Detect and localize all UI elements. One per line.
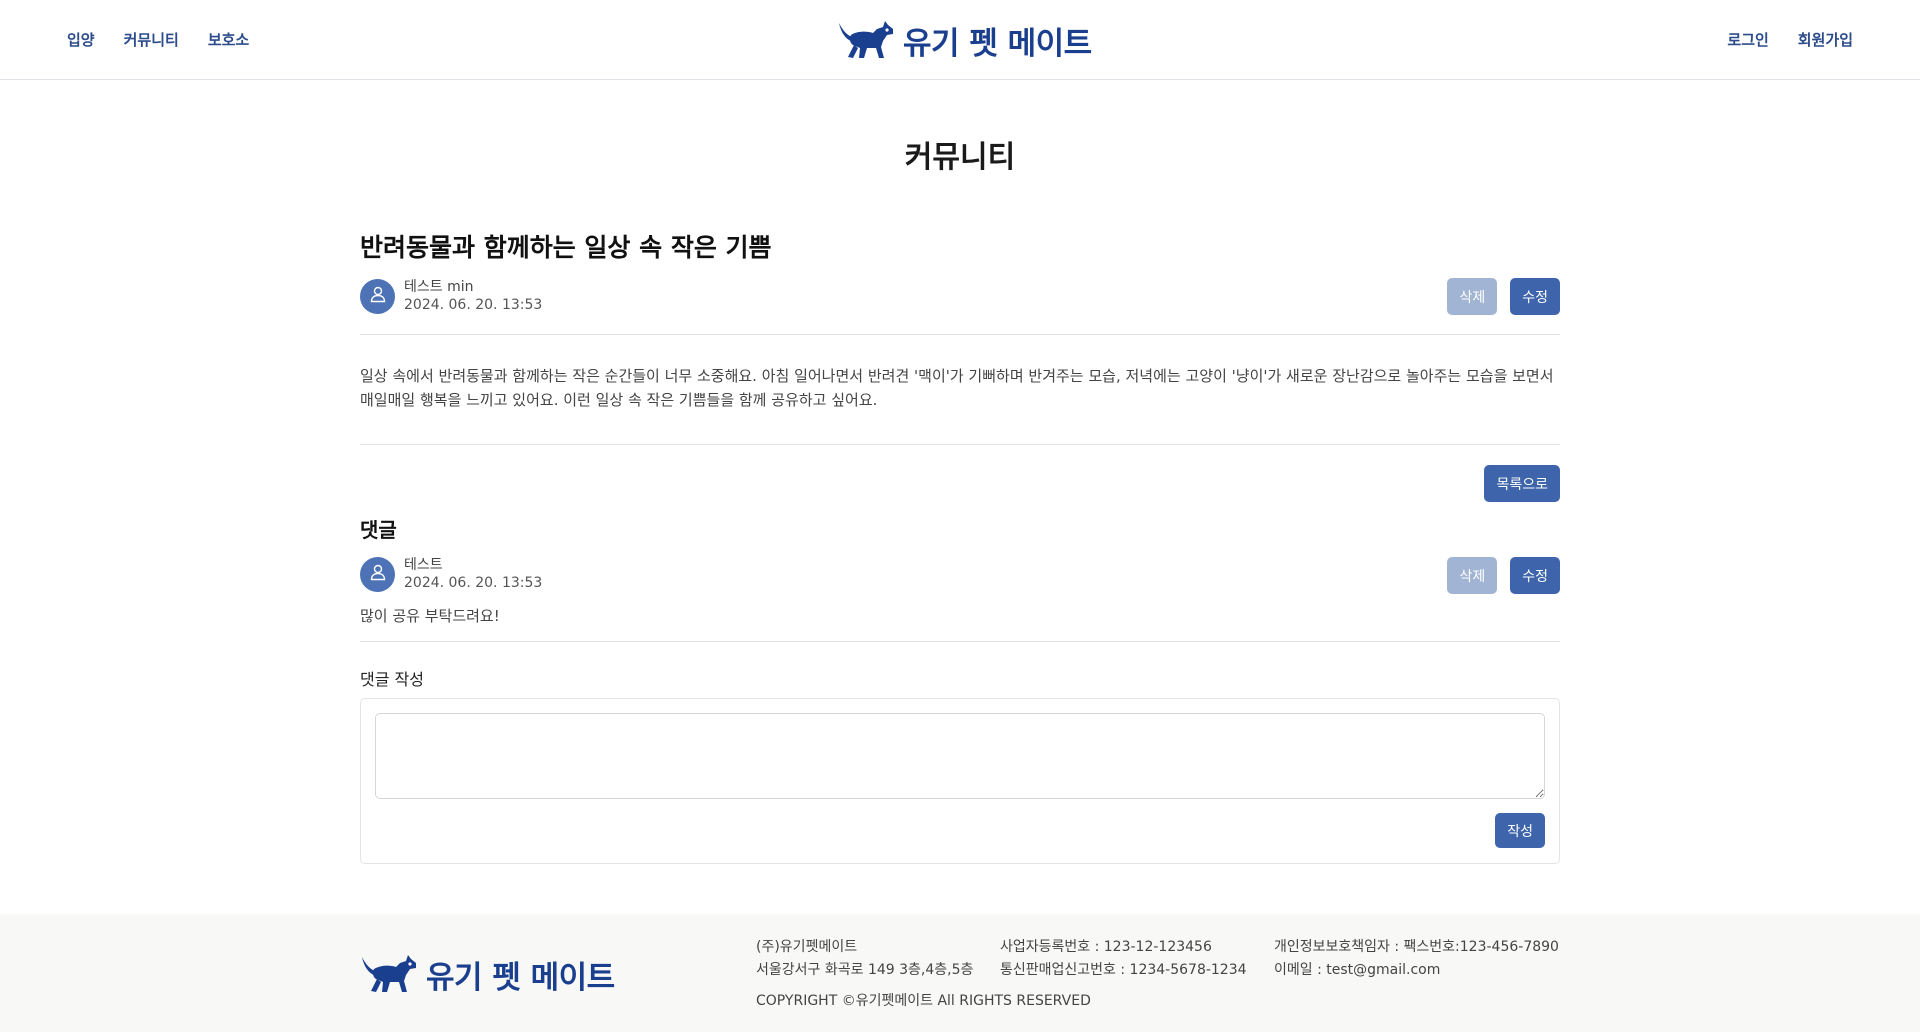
footer-business-no: 사업자등록번호 : 123-12-123456 xyxy=(1000,939,1212,955)
post-delete-button[interactable]: 삭제 xyxy=(1447,278,1498,315)
comment-date: 2024. 06. 20. 13:53 xyxy=(404,575,543,591)
dog-logo-icon xyxy=(360,947,418,1001)
comment-write-form: 작성 xyxy=(360,698,1560,864)
comment-edit-button[interactable]: 수정 xyxy=(1510,557,1560,594)
comment-delete-button[interactable]: 삭제 xyxy=(1447,557,1498,594)
avatar xyxy=(360,278,395,314)
post-meta: 테스트 min 2024. 06. 20. 13:53 xyxy=(360,278,542,314)
footer-copyright: COPYRIGHT ©유기펫메이트 All RIGHTS RESERVED xyxy=(756,993,1091,1009)
comment-submit-button[interactable]: 작성 xyxy=(1495,813,1545,848)
post-meta-text: 테스트 min 2024. 06. 20. 13:53 xyxy=(404,278,542,314)
post-author: 테스트 min xyxy=(404,279,474,295)
post-actions: 삭제 수정 xyxy=(1447,278,1560,315)
footer-logo: 유기 펫 메이트 xyxy=(360,948,615,1000)
footer-company-info: (주)유기펫메이트 서울강서구 화곡로 149 3층,4층,5층 xyxy=(756,936,973,982)
post-edit-button[interactable]: 수정 xyxy=(1510,278,1560,315)
post-footer-actions: 목록으로 xyxy=(1484,465,1560,502)
divider xyxy=(360,334,1560,335)
post-date: 2024. 06. 20. 13:53 xyxy=(404,297,543,313)
comment-textarea[interactable] xyxy=(375,713,1545,799)
logo-text: 유기 펫 메이트 xyxy=(903,25,1092,62)
footer-address: 서울강서구 화곡로 149 3층,4층,5층 xyxy=(756,962,974,978)
nav-community[interactable]: 커뮤니티 xyxy=(124,29,179,50)
footer-email: 이메일 : test@gmail.com xyxy=(1274,962,1441,978)
back-to-list-button[interactable]: 목록으로 xyxy=(1484,465,1560,502)
auth-nav: 로그인 회원가입 xyxy=(1727,0,1853,79)
comment-meta-text: 테스트 2024. 06. 20. 13:53 xyxy=(404,556,542,592)
divider xyxy=(360,444,1560,445)
comments-title: 댓글 xyxy=(360,518,397,542)
main-nav: 입양 커뮤니티 보호소 xyxy=(67,0,249,79)
user-icon xyxy=(369,563,387,585)
comment-text: 많이 공유 부탁드려요! xyxy=(360,607,500,625)
comment-meta: 테스트 2024. 06. 20. 13:53 xyxy=(360,556,542,592)
site-logo[interactable]: 유기 펫 메이트 xyxy=(837,14,1092,66)
footer-contact-info: 개인정보보호책임자 : 팩스번호:123-456-7890 이메일 : test… xyxy=(1274,936,1559,982)
nav-shelter[interactable]: 보호소 xyxy=(208,29,249,50)
dog-logo-icon xyxy=(837,13,895,67)
post-body: 일상 속에서 반려동물과 함께하는 작은 순간들이 너무 소중해요. 아침 일어… xyxy=(360,367,1554,409)
login-link[interactable]: 로그인 xyxy=(1727,29,1768,50)
avatar xyxy=(360,556,395,592)
footer-logo-text: 유기 펫 메이트 xyxy=(426,959,615,996)
comment-author: 테스트 xyxy=(404,557,443,573)
divider xyxy=(360,641,1560,642)
user-icon xyxy=(369,285,387,307)
post-title: 반려동물과 함께하는 일상 속 작은 기쁨 xyxy=(360,233,772,262)
footer-company: (주)유기펫메이트 xyxy=(756,939,858,955)
comment-actions: 삭제 수정 xyxy=(1447,557,1560,594)
signup-link[interactable]: 회원가입 xyxy=(1798,29,1853,50)
footer-business-info: 사업자등록번호 : 123-12-123456 통신판매업신고번호 : 1234… xyxy=(1000,936,1247,982)
site-header: 입양 커뮤니티 보호소 유기 펫 메이트 로그인 회원가입 xyxy=(0,0,1920,80)
footer-ecommerce-no: 통신판매업신고번호 : 1234-5678-1234 xyxy=(1000,962,1247,978)
nav-adoption[interactable]: 입양 xyxy=(67,29,95,50)
comment-write-label: 댓글 작성 xyxy=(360,670,424,689)
site-footer: 유기 펫 메이트 (주)유기펫메이트 서울강서구 화곡로 149 3층,4층,5… xyxy=(0,914,1920,1032)
page-title: 커뮤니티 xyxy=(904,140,1016,175)
footer-privacy: 개인정보보호책임자 : 팩스번호:123-456-7890 xyxy=(1274,939,1559,955)
